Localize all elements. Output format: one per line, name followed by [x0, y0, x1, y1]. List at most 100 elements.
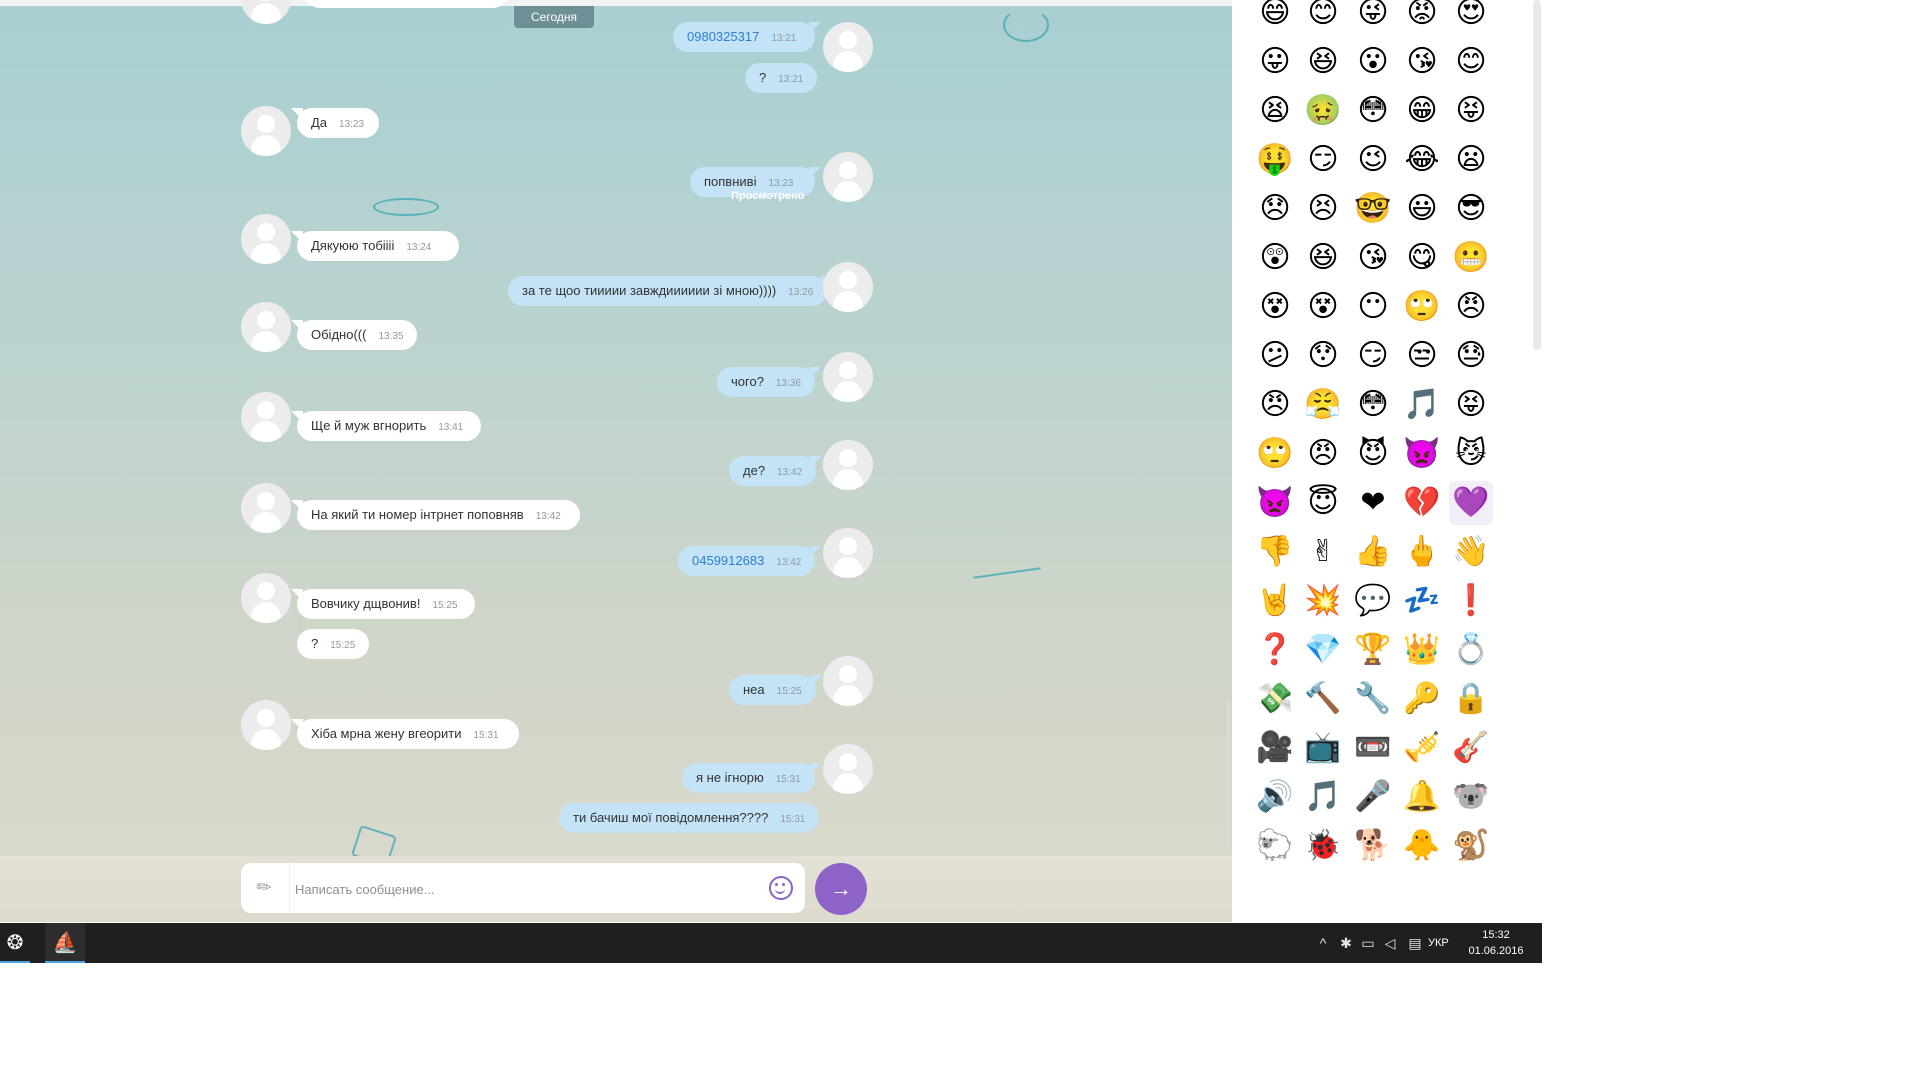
emoji-item[interactable]: 😉 [1351, 138, 1395, 182]
emoji-item[interactable]: 😆 [1301, 236, 1345, 280]
my-avatar[interactable] [823, 22, 873, 72]
emoji-item[interactable]: 😜 [1351, 0, 1395, 35]
emoji-item[interactable]: 👿 [1400, 432, 1444, 476]
message-bubble-outgoing[interactable]: за те щоо тиииии завждииииии зі мною))))… [508, 276, 834, 306]
my-avatar[interactable] [823, 352, 873, 402]
emoji-item[interactable]: 😆 [1301, 40, 1345, 84]
message-bubble-incoming[interactable]: Обідно(((13:35 [290, 320, 418, 350]
emoji-item[interactable]: 😳 [1351, 383, 1395, 427]
message-bubble-incoming[interactable]: Дякуюю тобіііі 13:24 [291, 231, 459, 261]
emoji-item[interactable]: 😎 [1449, 187, 1493, 231]
emoji-item[interactable]: 😤 [1301, 383, 1345, 427]
message-text[interactable]: 0459912683 [692, 553, 764, 568]
emoji-item[interactable]: 🤢 [1301, 89, 1345, 133]
contact-avatar[interactable] [241, 392, 291, 442]
contact-avatar[interactable] [241, 302, 291, 352]
emoji-item[interactable]: 😵 [1253, 285, 1297, 329]
emoji-item[interactable]: 😘 [1400, 40, 1444, 84]
emoji-item[interactable]: 😈 [1351, 432, 1395, 476]
emoji-item[interactable]: 😇 [1301, 481, 1345, 525]
emoji-item[interactable]: 😼 [1449, 432, 1493, 476]
emoji-item[interactable]: 🎵 [1400, 383, 1444, 427]
emoji-item[interactable]: 😛 [1253, 40, 1297, 84]
emoji-item[interactable]: 😶 [1351, 285, 1395, 329]
emoji-item[interactable]: 💜 [1449, 481, 1493, 525]
emoji-item[interactable]: 😡 [1400, 0, 1444, 35]
my-avatar[interactable] [823, 152, 873, 202]
emoji-item[interactable]: 🐞 [1301, 824, 1345, 868]
emoji-item[interactable]: 😏 [1301, 138, 1345, 182]
contact-avatar[interactable] [241, 700, 291, 750]
message-bubble-incoming[interactable]: ? 15:25 [297, 629, 370, 659]
emoji-item[interactable]: 👍 [1351, 530, 1395, 574]
emoji-item[interactable]: 👑 [1400, 628, 1444, 672]
start-button[interactable]: ❂ [0, 923, 30, 963]
attach-button[interactable]: ✎ [241, 863, 290, 913]
message-input[interactable] [293, 873, 737, 905]
emoji-item[interactable]: 🎸 [1449, 726, 1493, 770]
contact-avatar[interactable] [241, 106, 291, 156]
emoji-item[interactable]: 😓 [1449, 334, 1493, 378]
contact-avatar[interactable] [241, 573, 291, 623]
emoji-item[interactable]: 👋 [1449, 530, 1493, 574]
emoji-item[interactable]: 🙄 [1400, 285, 1444, 329]
emoji-item[interactable]: 🐑 [1253, 824, 1297, 868]
message-text[interactable]: 0980325317 [687, 29, 759, 44]
message-bubble-outgoing[interactable]: неа 15:25 [729, 675, 822, 705]
emoji-item[interactable]: 🐒 [1449, 824, 1493, 868]
emoji-item[interactable]: 😳 [1351, 89, 1395, 133]
emoji-item[interactable]: 🎥 [1253, 726, 1297, 770]
emoji-item[interactable]: 🔔 [1400, 775, 1444, 819]
emoji-item[interactable]: 🐨 [1449, 775, 1493, 819]
emoji-button[interactable] [769, 876, 793, 900]
emoji-item[interactable]: 😣 [1301, 187, 1345, 231]
contact-avatar[interactable] [241, 0, 291, 24]
emoji-item[interactable]: 😏 [1351, 334, 1395, 378]
emoji-item[interactable]: 😞 [1253, 187, 1297, 231]
message-bubble-outgoing[interactable]: де? 13:42 [729, 456, 823, 486]
message-bubble-outgoing[interactable]: 0459912683 13:42 [678, 546, 822, 576]
message-bubble-incoming[interactable]: Да 13:23 [291, 108, 379, 138]
emoji-item[interactable]: 🤘 [1253, 579, 1297, 623]
contact-avatar[interactable] [241, 483, 291, 533]
emoji-item[interactable]: 😫 [1253, 89, 1297, 133]
emoji-item[interactable]: 💎 [1301, 628, 1345, 672]
emoji-item[interactable]: 😝 [1449, 383, 1493, 427]
network-settings-icon[interactable]: ✱ [1336, 923, 1356, 963]
emoji-item[interactable]: 😄 [1253, 0, 1297, 35]
emoji-item[interactable]: ❓ [1253, 628, 1297, 672]
message-bubble-incoming[interactable]: Вовчику дщвонив! 15:25 [291, 589, 475, 619]
emoji-item[interactable]: 🔧 [1351, 677, 1395, 721]
emoji-item[interactable]: 😯 [1301, 334, 1345, 378]
message-bubble-outgoing[interactable]: 0980325317 13:21 [673, 22, 821, 52]
clock[interactable]: 15:32 01.06.2016 [1456, 927, 1536, 959]
emoji-item[interactable]: 🔨 [1301, 677, 1345, 721]
emoji-item[interactable]: 🎵 [1301, 775, 1345, 819]
network-icon[interactable]: ▭ [1358, 923, 1378, 963]
emoji-item[interactable]: 🤓 [1351, 187, 1395, 231]
emoji-item[interactable]: 💔 [1400, 481, 1444, 525]
emoji-item[interactable]: 🐕 [1351, 824, 1395, 868]
my-avatar[interactable] [823, 440, 873, 490]
taskbar-app-viber[interactable]: ⛵ [45, 923, 85, 963]
emoji-item[interactable]: 😵 [1301, 285, 1345, 329]
emoji-item[interactable]: 😂 [1400, 138, 1444, 182]
emoji-item[interactable]: 😬 [1449, 236, 1493, 280]
emoji-item[interactable]: 💤 [1400, 579, 1444, 623]
emoji-item[interactable]: 😊 [1301, 0, 1345, 35]
language-indicator[interactable]: УКР [1428, 923, 1449, 963]
emoji-item[interactable]: 🎺 [1400, 726, 1444, 770]
emoji-item[interactable]: ✌ [1301, 530, 1345, 574]
message-bubble-outgoing[interactable]: ти бачиш мої повідомлення???? 15:31 [559, 803, 820, 833]
emoji-item[interactable]: 😲 [1253, 236, 1297, 280]
emoji-item[interactable]: 😋 [1400, 236, 1444, 280]
emoji-item[interactable]: 😘 [1351, 236, 1395, 280]
emoji-item[interactable]: 😠 [1449, 285, 1493, 329]
emoji-item[interactable]: 😠 [1253, 383, 1297, 427]
chevron-up-icon[interactable]: ^ [1313, 923, 1333, 963]
emoji-item[interactable]: 😠 [1301, 432, 1345, 476]
send-button[interactable]: → [815, 863, 867, 915]
notification-icon[interactable]: ▤ [1405, 923, 1425, 963]
emoji-item[interactable]: 👎 [1253, 530, 1297, 574]
my-avatar[interactable] [823, 262, 873, 312]
